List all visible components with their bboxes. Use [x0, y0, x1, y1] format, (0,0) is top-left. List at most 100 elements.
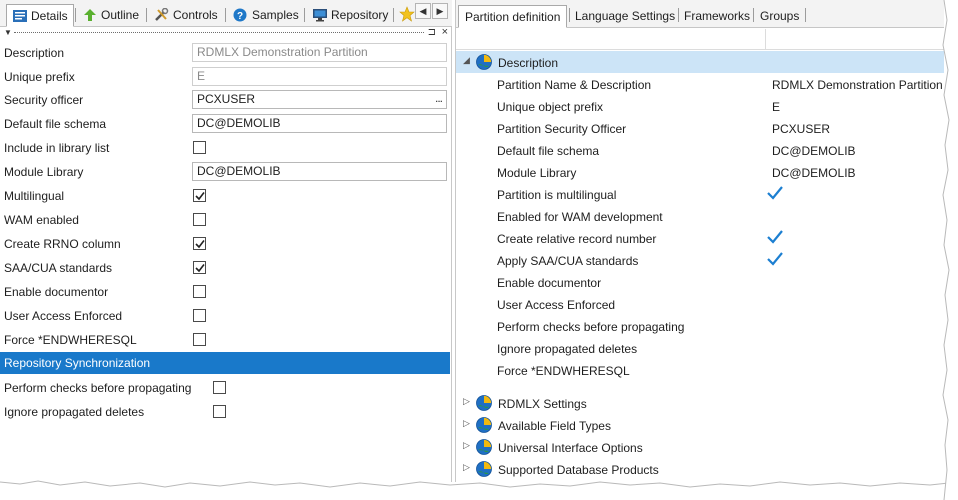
- description-child-row[interactable]: Perform checks before propagating: [456, 315, 944, 337]
- tab-separator: [75, 8, 76, 22]
- tab-outline[interactable]: Outline: [77, 4, 144, 26]
- property-wam-enabled: WAM enabled: [0, 208, 452, 232]
- property-name: Partition Name & Description: [497, 78, 652, 92]
- tree-node-description[interactable]: ◢ Description: [456, 51, 944, 73]
- multilingual-label: Multilingual: [4, 189, 65, 203]
- tree-node-collapsed[interactable]: ▷ Universal Interface Options: [456, 436, 944, 458]
- description-child-row[interactable]: Partition Name & Description RDMLX Demons…: [456, 73, 944, 95]
- description-child-row[interactable]: Module Library DC@DEMOLIB: [456, 161, 944, 183]
- saa-cua-checkbox[interactable]: [193, 261, 206, 274]
- collapsed-arrow-icon[interactable]: ▷: [463, 418, 470, 429]
- tab-controls[interactable]: Controls: [149, 4, 223, 26]
- tree-column-header[interactable]: [456, 29, 944, 50]
- scroll-right-button[interactable]: ▶: [432, 3, 448, 19]
- star-icon[interactable]: [399, 6, 415, 25]
- repository-sync-header[interactable]: Repository Synchronization: [0, 352, 450, 374]
- property-value: DC@DEMOLIB: [772, 166, 856, 180]
- unique-prefix-field[interactable]: E: [192, 67, 447, 86]
- svg-text:?: ?: [237, 11, 243, 22]
- property-name: Ignore propagated deletes: [497, 342, 638, 356]
- tree-node-collapsed[interactable]: ▷ Supported Database Products: [456, 458, 944, 480]
- user-access-enforced-checkbox[interactable]: [193, 309, 206, 322]
- security-officer-label: Security officer: [4, 93, 84, 107]
- description-child-row[interactable]: Unique object prefix E: [456, 95, 944, 117]
- tab-details-label: Details: [31, 8, 68, 23]
- pin-icon[interactable]: ⊐: [428, 27, 436, 38]
- controls-icon: [154, 7, 170, 22]
- description-field[interactable]: RDMLX Demonstration Partition: [192, 43, 447, 62]
- tree-node-collapsed[interactable]: ▷ Available Field Types: [456, 414, 944, 436]
- tab-separator: [225, 8, 226, 22]
- column-divider[interactable]: [765, 29, 766, 50]
- browse-button[interactable]: ...: [435, 91, 443, 106]
- property-name: Unique object prefix: [497, 100, 604, 114]
- property-name: Default file schema: [497, 144, 600, 158]
- enable-documentor-checkbox[interactable]: [193, 285, 206, 298]
- collapsed-arrow-icon[interactable]: ▷: [463, 462, 470, 473]
- property-enable-documentor: Enable documentor: [0, 280, 452, 304]
- description-child-row[interactable]: Ignore propagated deletes: [456, 337, 944, 359]
- description-child-row[interactable]: Enabled for WAM development: [456, 205, 944, 227]
- property-security-officer: Security officer PCXUSER ...: [0, 88, 452, 112]
- property-name: Enable documentor: [497, 276, 602, 290]
- tree-node-label: Description: [498, 56, 559, 70]
- tree-node-label: RDMLX Settings: [498, 397, 587, 411]
- module-library-field[interactable]: DC@DEMOLIB: [192, 162, 447, 181]
- tree-node-collapsed[interactable]: ▷ RDMLX Settings: [456, 392, 944, 414]
- perform-checks-checkbox[interactable]: [213, 381, 226, 394]
- tab-separator: [805, 8, 806, 22]
- description-child-row[interactable]: User Access Enforced: [456, 293, 944, 315]
- left-tab-strip: Details Outline Controls ? Samples Repos…: [0, 0, 452, 27]
- globe-icon: [476, 54, 492, 70]
- grip-divider: [14, 32, 424, 33]
- property-name: Create relative record number: [497, 232, 657, 246]
- ignore-deletes-checkbox[interactable]: [213, 405, 226, 418]
- tab-groups[interactable]: Groups: [754, 5, 805, 27]
- collapsed-arrow-icon[interactable]: ▷: [463, 440, 470, 451]
- include-in-library-list-checkbox[interactable]: [193, 141, 206, 154]
- torn-edge-bottom: [0, 480, 958, 500]
- property-create-rrno: Create RRNO column: [0, 232, 452, 256]
- tab-partition-definition[interactable]: Partition definition: [458, 5, 568, 28]
- property-multilingual: Multilingual: [0, 184, 452, 208]
- create-rrno-checkbox[interactable]: [193, 237, 206, 250]
- tab-samples-label: Samples: [252, 8, 299, 22]
- description-child-row[interactable]: Partition Security Officer PCXUSER: [456, 117, 944, 139]
- enable-documentor-label: Enable documentor: [4, 285, 109, 299]
- description-child-row[interactable]: Enable documentor: [456, 271, 944, 293]
- force-endwheresql-checkbox[interactable]: [193, 333, 206, 346]
- collapsed-arrow-icon[interactable]: ▷: [463, 396, 470, 407]
- description-child-row[interactable]: Apply SAA/CUA standards: [456, 249, 944, 271]
- description-child-row[interactable]: Default file schema DC@DEMOLIB: [456, 139, 944, 161]
- tab-repository-label: Repository: [331, 8, 389, 22]
- property-value: PCXUSER: [772, 122, 831, 136]
- description-child-row[interactable]: Partition is multilingual: [456, 183, 944, 205]
- module-library-label: Module Library: [4, 165, 84, 179]
- security-officer-field[interactable]: PCXUSER ...: [192, 90, 447, 109]
- wam-enabled-checkbox[interactable]: [193, 213, 206, 226]
- property-ignore-deletes: Ignore propagated deletes: [0, 400, 452, 424]
- tab-frameworks[interactable]: Frameworks: [678, 5, 756, 27]
- tree-node-label: Supported Database Products: [498, 463, 659, 477]
- user-access-enforced-label: User Access Enforced: [4, 309, 123, 323]
- multilingual-checkbox[interactable]: [193, 189, 206, 202]
- property-module-library: Module Library DC@DEMOLIB: [0, 160, 452, 184]
- dropdown-arrow-icon[interactable]: ▼: [4, 28, 12, 37]
- tab-language-settings[interactable]: Language Settings: [569, 5, 681, 27]
- close-icon[interactable]: ×: [442, 26, 448, 38]
- torn-edge-right: [942, 0, 958, 500]
- property-name: Perform checks before propagating: [497, 320, 685, 334]
- tab-repository[interactable]: Repository: [307, 4, 393, 26]
- description-child-row[interactable]: Create relative record number: [456, 227, 944, 249]
- default-file-schema-field[interactable]: DC@DEMOLIB: [192, 114, 447, 133]
- property-default-file-schema: Default file schema DC@DEMOLIB: [0, 112, 452, 136]
- globe-icon: [476, 417, 492, 433]
- details-panel: Details Outline Controls ? Samples Repos…: [0, 0, 452, 482]
- expanded-arrow-icon[interactable]: ◢: [463, 55, 470, 66]
- scroll-left-button[interactable]: ◀: [415, 3, 431, 19]
- tab-controls-label: Controls: [173, 8, 218, 22]
- description-child-row[interactable]: Force *ENDWHERESQL: [456, 359, 944, 381]
- property-perform-checks: Perform checks before propagating: [0, 376, 452, 400]
- tab-details[interactable]: Details: [6, 4, 74, 27]
- tab-samples[interactable]: ? Samples: [228, 4, 304, 26]
